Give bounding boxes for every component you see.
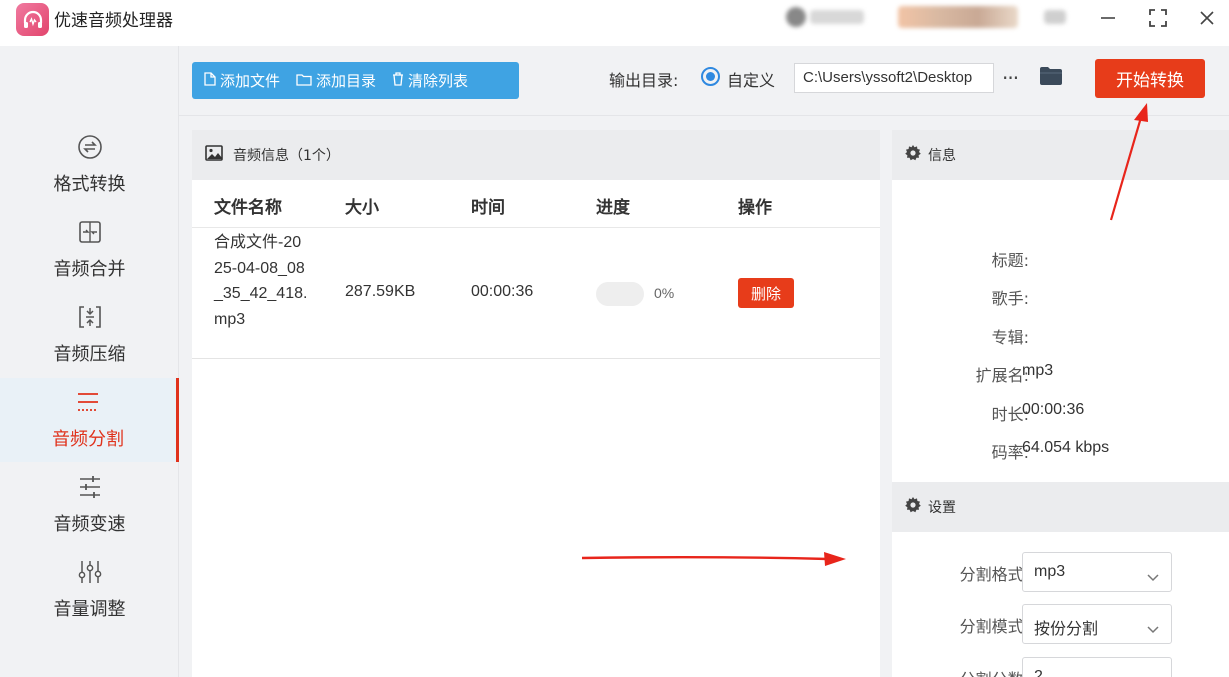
user-avatar[interactable]	[786, 7, 806, 27]
info-panel-header: 信息	[892, 130, 1229, 180]
volume-icon	[77, 559, 103, 589]
gear-icon	[904, 144, 928, 166]
table-header: 文件名称 大小 时间 进度 操作	[192, 180, 880, 228]
start-convert-button[interactable]: 开始转换	[1095, 59, 1205, 98]
clear-list-button[interactable]: 清除列表	[382, 70, 474, 91]
sidebar-item-label: 音频合并	[53, 259, 126, 280]
maximize-icon[interactable]	[1146, 6, 1170, 30]
split-count-select[interactable]: 2	[1022, 657, 1172, 677]
account-info-blurred	[810, 10, 864, 24]
sidebar-item-audio-compress[interactable]: 音频压缩	[0, 293, 179, 377]
info-row-artist: 歌手:	[991, 289, 1029, 308]
output-path-input[interactable]: C:\Users\yssoft2\Desktop	[794, 63, 994, 93]
gear-icon	[904, 496, 928, 518]
column-name: 文件名称	[214, 198, 282, 218]
account-badge-blurred	[898, 6, 1018, 28]
add-file-button[interactable]: 添加文件	[192, 70, 286, 91]
info-row-extension: 扩展名: mp3	[975, 362, 1054, 385]
progress-text: 0%	[654, 285, 675, 301]
more-options-icon[interactable]: ···	[1002, 66, 1019, 90]
folder-outline-icon	[296, 72, 316, 90]
sidebar-item-audio-split[interactable]: 音频分割	[0, 378, 179, 462]
progress-bar	[596, 282, 644, 306]
settings-panel-title: 设置	[928, 500, 956, 516]
sidebar-item-label: 格式转换	[53, 174, 126, 195]
chevron-down-icon	[1147, 619, 1159, 638]
file-list-panel: 音频信息（1个） 文件名称 大小 时间 进度 操作 合成文件-2025-04-0…	[192, 130, 880, 677]
delete-button[interactable]: 删除	[738, 278, 794, 308]
file-button-group: 添加文件 添加目录 清除列表	[192, 62, 519, 99]
column-time: 时间	[471, 198, 505, 218]
file-duration: 00:00:36	[471, 283, 534, 300]
output-directory-label: 输出目录:	[609, 71, 679, 90]
setting-split-count: 分割分数: 2	[892, 657, 1229, 677]
column-action: 操作	[738, 198, 772, 218]
settings-blurred	[1044, 10, 1066, 24]
title-bar: 优速音频处理器	[0, 0, 1229, 46]
settings-panel-header: 设置	[892, 482, 1229, 532]
split-format-select[interactable]: mp3	[1022, 552, 1172, 592]
headphones-icon	[16, 3, 49, 36]
setting-split-mode: 分割模式: 按份分割	[892, 604, 1229, 644]
file-name: 合成文件-2025-04-08_08_35_42_418.mp3	[214, 234, 308, 328]
sidebar-item-audio-merge[interactable]: 音频合并	[0, 208, 179, 292]
setting-split-format: 分割格式: mp3	[892, 552, 1229, 592]
file-panel-header: 音频信息（1个）	[192, 130, 880, 180]
minimize-icon[interactable]	[1096, 6, 1120, 30]
merge-icon	[77, 219, 103, 249]
sidebar: 格式转换 音频合并 音频压缩 音频分割 音频变速 音量调整	[0, 46, 179, 677]
sidebar-item-label: 音频压缩	[53, 344, 126, 365]
table-row[interactable]: 合成文件-2025-04-08_08_35_42_418.mp3 287.59K…	[192, 228, 880, 359]
chevron-down-icon	[1147, 567, 1159, 586]
split-mode-select[interactable]: 按份分割	[1022, 604, 1172, 644]
file-panel-title: 音频信息（1个）	[233, 148, 340, 164]
chevron-down-icon	[1147, 672, 1159, 677]
right-panel: 信息 标题: 歌手: 专辑: 扩展名: mp3 时长: 00:00:36 码率:…	[892, 130, 1229, 677]
main-area: 添加文件 添加目录 清除列表 输出目录: 自定义 C:\Users\yssoft…	[179, 46, 1229, 677]
sidebar-item-audio-speed[interactable]: 音频变速	[0, 463, 179, 547]
image-icon	[205, 145, 233, 165]
close-icon[interactable]	[1195, 6, 1219, 30]
open-folder-icon[interactable]	[1039, 66, 1063, 90]
sidebar-item-label: 音频变速	[53, 514, 126, 535]
split-icon	[75, 389, 101, 419]
sidebar-item-label: 音频分割	[52, 429, 124, 450]
sidebar-item-label: 音量调整	[53, 599, 126, 620]
compress-icon	[77, 304, 103, 334]
custom-output-radio[interactable]	[701, 67, 720, 86]
info-row-bitrate: 码率: 64.054 kbps	[991, 439, 1110, 462]
add-directory-button[interactable]: 添加目录	[286, 70, 382, 91]
info-row-duration: 时长: 00:00:36	[991, 401, 1085, 424]
trash-icon	[392, 71, 408, 90]
speed-icon	[77, 474, 103, 504]
sidebar-item-volume[interactable]: 音量调整	[0, 548, 179, 632]
sidebar-item-format-convert[interactable]: 格式转换	[0, 123, 179, 207]
file-size: 287.59KB	[345, 283, 416, 300]
file-icon	[204, 71, 220, 90]
info-row-title: 标题:	[991, 251, 1029, 270]
info-panel-title: 信息	[928, 148, 956, 164]
custom-output-label[interactable]: 自定义	[727, 67, 775, 91]
column-size: 大小	[345, 198, 379, 218]
top-toolbar: 添加文件 添加目录 清除列表 输出目录: 自定义 C:\Users\yssoft…	[179, 46, 1229, 116]
info-row-album: 专辑:	[991, 328, 1029, 347]
column-progress: 进度	[596, 198, 630, 218]
convert-icon	[77, 134, 103, 164]
app-title: 优速音频处理器	[54, 11, 173, 31]
